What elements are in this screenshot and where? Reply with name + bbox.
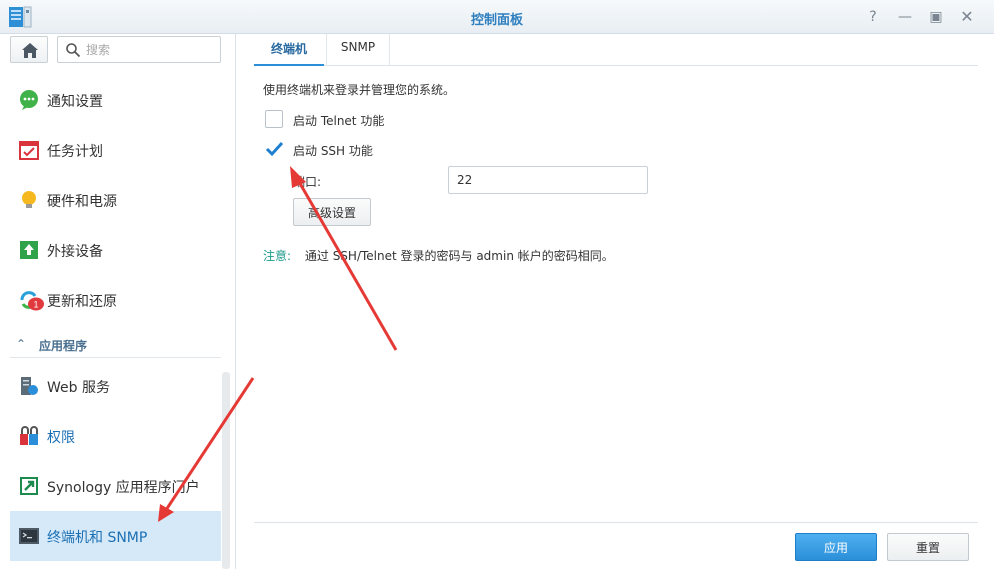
- sidebar-item-external-devices[interactable]: 外接设备: [10, 225, 221, 275]
- sidebar-item-label: Web 服务: [47, 380, 110, 396]
- advanced-settings-button[interactable]: 高级设置: [293, 198, 371, 226]
- sidebar-item-label: Synology 应用程序门户: [47, 480, 200, 496]
- svg-text:1: 1: [33, 300, 38, 310]
- sidebar-scrollbar[interactable]: [222, 372, 230, 569]
- home-icon: [22, 43, 38, 58]
- main-panel: 终端机 SNMP 使用终端机来登录并管理您的系统。 启动 Telnet 功能 启…: [237, 34, 994, 569]
- sidebar-item-label: 通知设置: [47, 94, 103, 110]
- tab-bar: 终端机 SNMP: [254, 34, 978, 66]
- section-description: 使用终端机来登录并管理您的系统。: [263, 83, 456, 97]
- sidebar-item-label: 外接设备: [47, 244, 103, 260]
- port-label: 端口:: [293, 175, 322, 189]
- help-icon[interactable]: ?: [864, 8, 882, 26]
- note-text: 通过 SSH/Telnet 登录的密码与 admin 帐户的密码相同。: [304, 249, 614, 263]
- note-prefix: 注意:: [263, 249, 292, 263]
- permissions-icon: [20, 426, 38, 445]
- sidebar-item-app-portal[interactable]: Synology 应用程序门户: [10, 461, 221, 511]
- sidebar-item-permissions[interactable]: 权限: [10, 411, 221, 461]
- server-icon: [21, 377, 38, 395]
- notification-badge: 1: [28, 297, 44, 311]
- sidebar-item-update-restore[interactable]: 1 更新和还原: [10, 275, 221, 325]
- chat-bubble-icon: [20, 90, 38, 110]
- telnet-checkbox-label[interactable]: 启动 Telnet 功能: [293, 112, 384, 129]
- chevron-up-icon: ⌃: [16, 337, 27, 351]
- lightbulb-icon: [22, 191, 36, 208]
- terminal-icon: [19, 528, 39, 544]
- maximize-icon[interactable]: ▣: [927, 8, 945, 26]
- footer-divider: [254, 522, 978, 523]
- sidebar-item-task-scheduler[interactable]: 任务计划: [10, 125, 221, 175]
- sidebar-item-terminal-snmp[interactable]: 终端机和 SNMP: [10, 511, 221, 561]
- external-device-icon: [20, 241, 38, 259]
- section-header-applications[interactable]: ⌃ 应用程序: [10, 334, 221, 358]
- close-icon[interactable]: ✕: [958, 8, 976, 26]
- sidebar-item-label: 硬件和电源: [47, 194, 117, 210]
- tab-snmp[interactable]: SNMP: [326, 34, 390, 66]
- apply-button[interactable]: 应用: [795, 533, 877, 561]
- sidebar-item-label: 更新和还原: [47, 294, 117, 310]
- sidebar-item-hardware-power[interactable]: 硬件和电源: [10, 175, 221, 225]
- calendar-icon: [19, 141, 39, 160]
- app-portal-icon: [20, 477, 38, 495]
- search-icon: [66, 43, 81, 58]
- sidebar-item-notification[interactable]: 通知设置: [10, 75, 221, 125]
- reset-button[interactable]: 重置: [887, 533, 969, 561]
- title-bar: 控制面板 ? — ▣ ✕: [0, 0, 994, 34]
- ssh-checkbox-label[interactable]: 启动 SSH 功能: [293, 142, 373, 159]
- home-button[interactable]: [10, 36, 48, 63]
- ssh-checkbox[interactable]: [265, 140, 284, 158]
- port-input[interactable]: [448, 166, 648, 194]
- telnet-checkbox[interactable]: [265, 110, 283, 128]
- search-box[interactable]: [57, 36, 221, 63]
- section-label: 应用程序: [39, 339, 88, 353]
- checkmark-icon: [265, 141, 284, 157]
- note: 注意: 通过 SSH/Telnet 登录的密码与 admin 帐户的密码相同。: [263, 247, 614, 264]
- window-title: 控制面板: [470, 13, 523, 28]
- tab-terminal[interactable]: 终端机: [254, 34, 324, 66]
- sidebar-item-web-services[interactable]: Web 服务: [10, 361, 221, 411]
- sidebar-item-label: 权限: [47, 430, 75, 446]
- search-input[interactable]: [86, 40, 216, 60]
- sidebar: 通知设置 任务计划 硬件和电源 外接设备 1 更新和还原: [0, 34, 236, 569]
- sidebar-item-label: 任务计划: [47, 144, 103, 160]
- minimize-icon[interactable]: —: [896, 8, 914, 26]
- sidebar-item-label: 终端机和 SNMP: [47, 530, 148, 546]
